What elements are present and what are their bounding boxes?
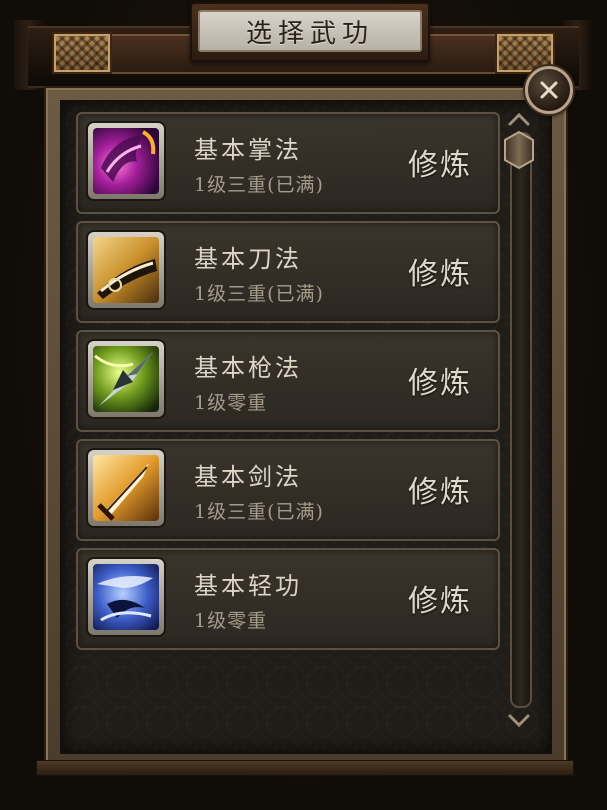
sword-skill-icon: [93, 455, 159, 521]
dialog-title: 选择武功: [198, 10, 422, 52]
left-ornament: [52, 32, 112, 74]
skill-icon-frame: [88, 123, 164, 199]
train-button[interactable]: 修炼: [404, 578, 476, 619]
skill-icon-frame: [88, 559, 164, 635]
skill-icon-frame: [88, 232, 164, 308]
skill-name: 基本轻功: [194, 572, 302, 600]
blade-skill-icon: [93, 237, 159, 303]
skill-select-screen: 选择武功 基本掌法 1级三重(已满) 修炼 基本刀法 1级三重(已满) 修炼 基…: [0, 0, 607, 810]
skill-row-blade[interactable]: 基本刀法 1级三重(已满) 修炼: [76, 221, 500, 323]
train-button[interactable]: 修炼: [404, 142, 476, 183]
palm-skill-icon: [93, 128, 159, 194]
skill-row-sword[interactable]: 基本剑法 1级三重(已满) 修炼: [76, 439, 500, 541]
skill-row-spear[interactable]: 基本枪法 1级零重 修炼: [76, 330, 500, 432]
skill-level: 1级三重(已满): [194, 283, 324, 305]
skill-level: 1级零重: [194, 392, 268, 414]
close-button[interactable]: [525, 66, 573, 114]
skill-level: 1级三重(已满): [194, 501, 324, 523]
skill-name: 基本枪法: [194, 354, 302, 382]
panel-bottom-trim: [36, 760, 574, 776]
skill-level: 1级三重(已满): [194, 174, 324, 196]
skill-icon-frame: [88, 341, 164, 417]
skill-row-lightness[interactable]: 基本轻功 1级零重 修炼: [76, 548, 500, 650]
title-plaque: 选择武功: [190, 2, 430, 62]
skill-name: 基本剑法: [194, 463, 302, 491]
skill-row-palm[interactable]: 基本掌法 1级三重(已满) 修炼: [76, 112, 500, 214]
scroll-up-arrow-icon[interactable]: [506, 110, 532, 128]
skill-level: 1级零重: [194, 610, 268, 632]
scrollbar-thumb[interactable]: [502, 130, 536, 170]
train-button[interactable]: 修炼: [404, 360, 476, 401]
skill-list: 基本掌法 1级三重(已满) 修炼 基本刀法 1级三重(已满) 修炼 基本枪法 1…: [76, 112, 500, 652]
skill-icon-frame: [88, 450, 164, 526]
scrollbar-track[interactable]: [510, 132, 532, 708]
skill-name: 基本掌法: [194, 136, 302, 164]
skill-name: 基本刀法: [194, 245, 302, 273]
spear-skill-icon: [93, 346, 159, 412]
scroll-down-arrow-icon[interactable]: [506, 712, 532, 730]
close-x-icon: [540, 81, 558, 99]
lightness-skill-icon: [93, 564, 159, 630]
train-button[interactable]: 修炼: [404, 469, 476, 510]
train-button[interactable]: 修炼: [404, 251, 476, 292]
